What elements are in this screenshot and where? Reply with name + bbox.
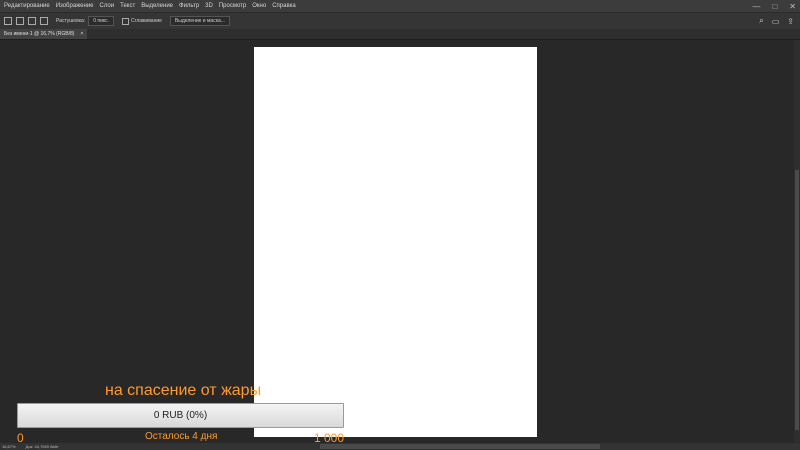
feather-input[interactable]: 0 пикс. bbox=[88, 16, 115, 26]
share-icon[interactable]: ⇪ bbox=[787, 17, 794, 26]
document-tab-title: Без имени-1 @ 16,7% (RGB/8) bbox=[4, 31, 75, 37]
document-tab-bar: Без имени-1 @ 16,7% (RGB/8) × bbox=[0, 29, 800, 40]
menu-help[interactable]: Справка bbox=[269, 3, 299, 9]
menu-image[interactable]: Изображение bbox=[53, 3, 97, 9]
menu-type[interactable]: Текст bbox=[117, 3, 138, 9]
menu-layers[interactable]: Слои bbox=[97, 3, 118, 9]
horizontal-scrollbar[interactable] bbox=[320, 444, 600, 449]
menu-view[interactable]: Просмотр bbox=[216, 3, 249, 9]
add-selection-icon[interactable] bbox=[16, 17, 24, 25]
document-size: Док: 44,7М/0 байт bbox=[25, 444, 59, 449]
donation-progress-text: 0 RUB (0%) bbox=[153, 410, 208, 421]
search-icon[interactable]: ⌕ bbox=[759, 16, 763, 26]
document-canvas[interactable] bbox=[254, 47, 537, 437]
options-bar: Растушевка: 0 пикс. Сглаживание Выделени… bbox=[0, 12, 800, 30]
close-tab-icon[interactable]: × bbox=[80, 31, 83, 37]
checkbox-icon bbox=[122, 17, 130, 25]
new-selection-icon[interactable] bbox=[4, 17, 12, 25]
menu-bar: Редактирование Изображение Слои Текст Вы… bbox=[0, 0, 800, 12]
subtract-selection-icon[interactable] bbox=[28, 17, 36, 25]
menu-edit[interactable]: Редактирование bbox=[0, 3, 53, 9]
vertical-scrollbar[interactable] bbox=[794, 40, 800, 442]
intersect-selection-icon[interactable] bbox=[40, 17, 48, 25]
zoom-level[interactable]: 16,67% bbox=[2, 444, 16, 449]
donation-min-label: 0 bbox=[17, 431, 24, 445]
window-controls: — □ ✕ bbox=[752, 0, 796, 12]
document-tab[interactable]: Без имени-1 @ 16,7% (RGB/8) × bbox=[0, 29, 88, 39]
menu-3d[interactable]: 3D bbox=[202, 3, 216, 9]
antialias-label: Сглаживание bbox=[131, 18, 162, 24]
close-window-button[interactable]: ✕ bbox=[789, 2, 796, 11]
maximize-button[interactable]: □ bbox=[772, 2, 777, 11]
options-right-icons: ⌕ ▭ ⇪ bbox=[759, 13, 794, 29]
menu-window[interactable]: Окно bbox=[249, 3, 269, 9]
donation-goal-title: на спасение от жары bbox=[105, 382, 262, 399]
antialias-checkbox[interactable]: Сглаживание bbox=[122, 17, 162, 25]
feather-label: Растушевка: bbox=[56, 18, 86, 24]
minimize-button[interactable]: — bbox=[752, 2, 760, 11]
menu-select[interactable]: Выделение bbox=[138, 3, 176, 9]
donation-goal-label: 1 000 bbox=[314, 431, 345, 445]
workspace-icon[interactable]: ▭ bbox=[772, 17, 780, 26]
donation-remaining-label: Осталось 4 дня bbox=[145, 431, 218, 442]
vertical-scroll-thumb[interactable] bbox=[795, 170, 799, 430]
donation-progress-bar: 0 RUB (0%) bbox=[17, 403, 344, 428]
menu-filter[interactable]: Фильтр bbox=[176, 3, 202, 9]
select-and-mask-button[interactable]: Выделение и маска... bbox=[169, 16, 230, 26]
